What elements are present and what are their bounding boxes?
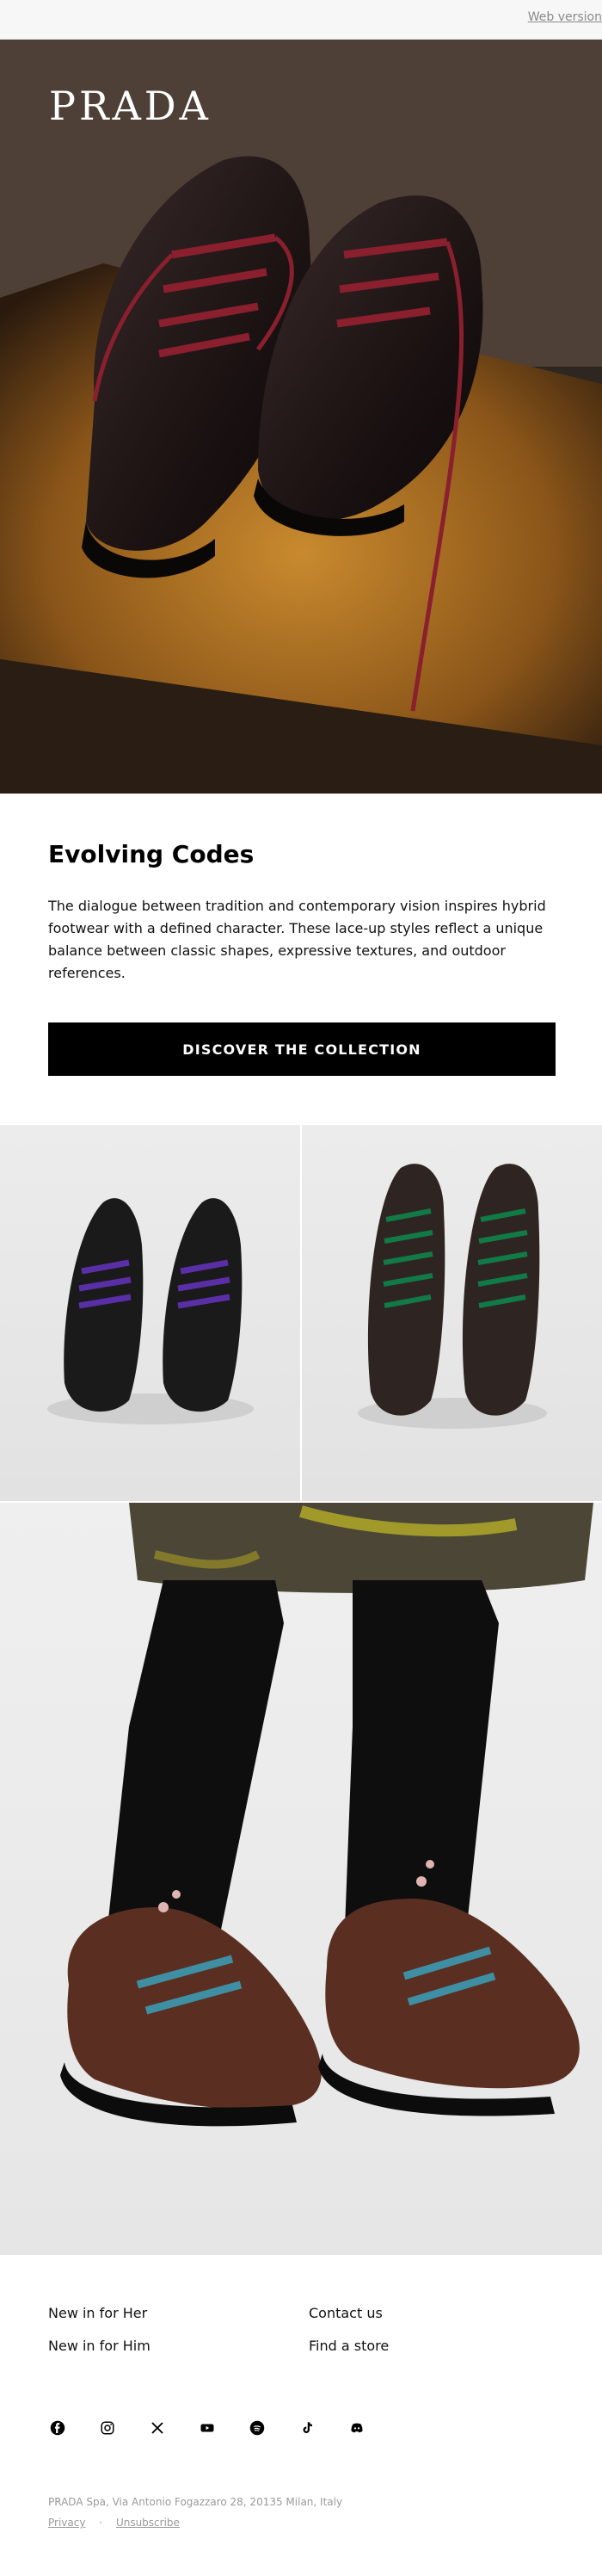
legal-links: Privacy · Unsubscribe <box>48 2517 180 2529</box>
web-version-link[interactable]: Web version <box>528 10 602 24</box>
social-links <box>48 2418 366 2437</box>
discover-collection-button[interactable]: DISCOVER THE COLLECTION <box>48 1022 556 1076</box>
section-title: Evolving Codes <box>48 840 255 868</box>
footer-link-contact-us[interactable]: Contact us <box>309 2305 383 2321</box>
x-icon[interactable] <box>148 2418 167 2437</box>
shoe-image-purple-laces <box>47 1198 254 1424</box>
footer-link-find-store[interactable]: Find a store <box>309 2338 389 2354</box>
instagram-icon[interactable] <box>98 2418 117 2437</box>
footer-link-new-for-her[interactable]: New in for Her <box>48 2305 147 2321</box>
unsubscribe-link[interactable]: Unsubscribe <box>116 2517 180 2529</box>
legs-boots-image <box>60 1503 593 2127</box>
hero-shoes-image <box>0 40 602 794</box>
discord-icon[interactable] <box>347 2418 366 2437</box>
facebook-icon[interactable] <box>48 2418 67 2437</box>
lifestyle-image[interactable] <box>0 1503 602 2255</box>
hero-banner[interactable]: PRADA <box>0 40 602 794</box>
spotify-icon[interactable] <box>248 2418 267 2437</box>
youtube-icon[interactable] <box>198 2418 217 2437</box>
product-grid <box>0 1125 602 1501</box>
brand-logo: PRADA <box>49 83 212 129</box>
section-body: The dialogue between tradition and conte… <box>48 898 546 981</box>
tiktok-icon[interactable] <box>298 2418 316 2437</box>
top-bar: Web version <box>0 0 602 40</box>
product-tile-green-laces[interactable] <box>302 1125 602 1501</box>
intro-section: Evolving Codes The dialogue between trad… <box>0 794 602 1125</box>
legal-separator: · <box>99 2517 103 2529</box>
product-tile-purple-laces[interactable] <box>0 1125 300 1501</box>
boot-image-green-laces <box>358 1164 547 1429</box>
privacy-link[interactable]: Privacy <box>48 2517 85 2529</box>
footer: New in for Her New in for Him Contact us… <box>0 2255 602 2576</box>
company-address: PRADA Spa, Via Antonio Fogazzaro 28, 201… <box>48 2496 343 2508</box>
footer-link-new-for-him[interactable]: New in for Him <box>48 2338 150 2354</box>
